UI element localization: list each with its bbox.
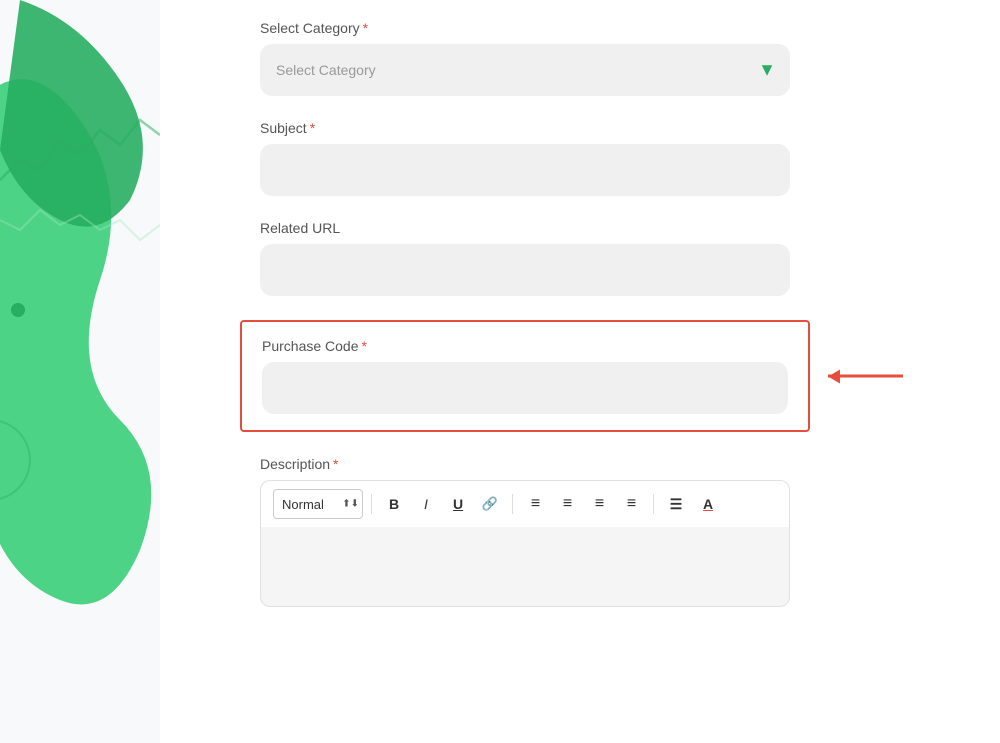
required-star-purchase: * (362, 338, 367, 354)
italic-button[interactable]: I (412, 490, 440, 518)
purchase-code-input[interactable] (262, 362, 788, 414)
format-select[interactable]: Normal Heading 1 Heading 2 Heading 3 (273, 489, 363, 519)
subject-input[interactable] (260, 144, 790, 196)
editor-body[interactable] (260, 527, 790, 607)
underline-button[interactable]: U (444, 490, 472, 518)
required-star-subject: * (310, 120, 315, 136)
description-group: Description* Normal Heading 1 Heading 2 … (260, 456, 940, 607)
main-content: Select Category* Select Category ▼ Subje… (160, 0, 1000, 743)
description-label: Description* (260, 456, 940, 472)
related-url-input[interactable] (260, 244, 790, 296)
align-right-button[interactable]: ≡ (585, 490, 613, 518)
bold-button[interactable]: B (380, 490, 408, 518)
link-button[interactable]: 🔗 (476, 490, 504, 518)
required-star-description: * (333, 456, 338, 472)
select-category-label: Select Category* (260, 20, 940, 36)
align-left-button[interactable]: ≡ (521, 490, 549, 518)
format-select-wrapper: Normal Heading 1 Heading 2 Heading 3 ⬆⬇ (273, 489, 363, 519)
related-url-group: Related URL (260, 220, 940, 296)
related-url-label: Related URL (260, 220, 940, 236)
list-button[interactable]: ☰ (662, 490, 690, 518)
align-center-button[interactable]: ≡ (553, 490, 581, 518)
select-category-dropdown[interactable]: Select Category (260, 44, 790, 96)
toolbar-divider-2 (512, 494, 513, 514)
purchase-code-section: Purchase Code* (240, 320, 810, 432)
editor-toolbar: Normal Heading 1 Heading 2 Heading 3 ⬆⬇ … (260, 480, 790, 527)
align-justify-button[interactable]: ≡ (617, 490, 645, 518)
select-category-group: Select Category* Select Category ▼ (260, 20, 940, 96)
red-arrow-indicator (828, 375, 903, 378)
subject-label: Subject* (260, 120, 940, 136)
sidebar-decoration (0, 0, 160, 743)
subject-group: Subject* (260, 120, 940, 196)
toolbar-divider-3 (653, 494, 654, 514)
purchase-code-group: Purchase Code* (262, 338, 788, 414)
select-category-wrapper: Select Category ▼ (260, 44, 790, 96)
required-star-category: * (363, 20, 368, 36)
purchase-code-label: Purchase Code* (262, 338, 788, 354)
font-color-button[interactable]: A (694, 490, 722, 518)
toolbar-divider-1 (371, 494, 372, 514)
